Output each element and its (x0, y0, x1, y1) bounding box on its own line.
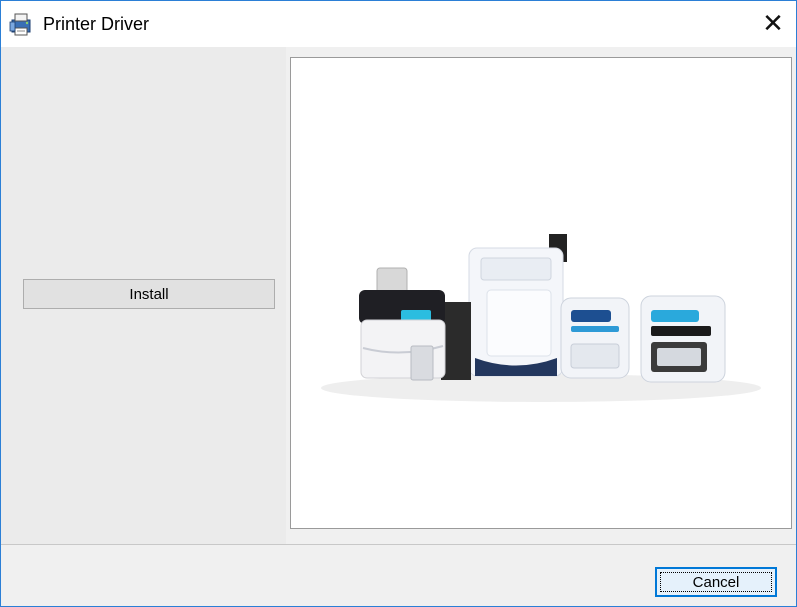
install-button-label: Install (129, 285, 169, 303)
title-bar[interactable]: Printer Driver ✕ (1, 1, 796, 47)
install-button[interactable]: Install (23, 279, 275, 309)
close-icon: ✕ (762, 9, 784, 39)
printer-driver-app-icon (9, 11, 35, 37)
cancel-button[interactable]: Cancel (655, 567, 777, 597)
close-button[interactable]: ✕ (750, 1, 796, 47)
card-printers-product-image (291, 58, 791, 528)
printer-driver-window: Printer Driver ✕ Install Cancel (0, 0, 797, 607)
focus-rectangle (660, 572, 772, 592)
window-title: Printer Driver (43, 14, 150, 34)
product-image-frame (290, 57, 792, 529)
footer-bar: Cancel (1, 544, 796, 606)
left-panel: Install (1, 47, 286, 544)
